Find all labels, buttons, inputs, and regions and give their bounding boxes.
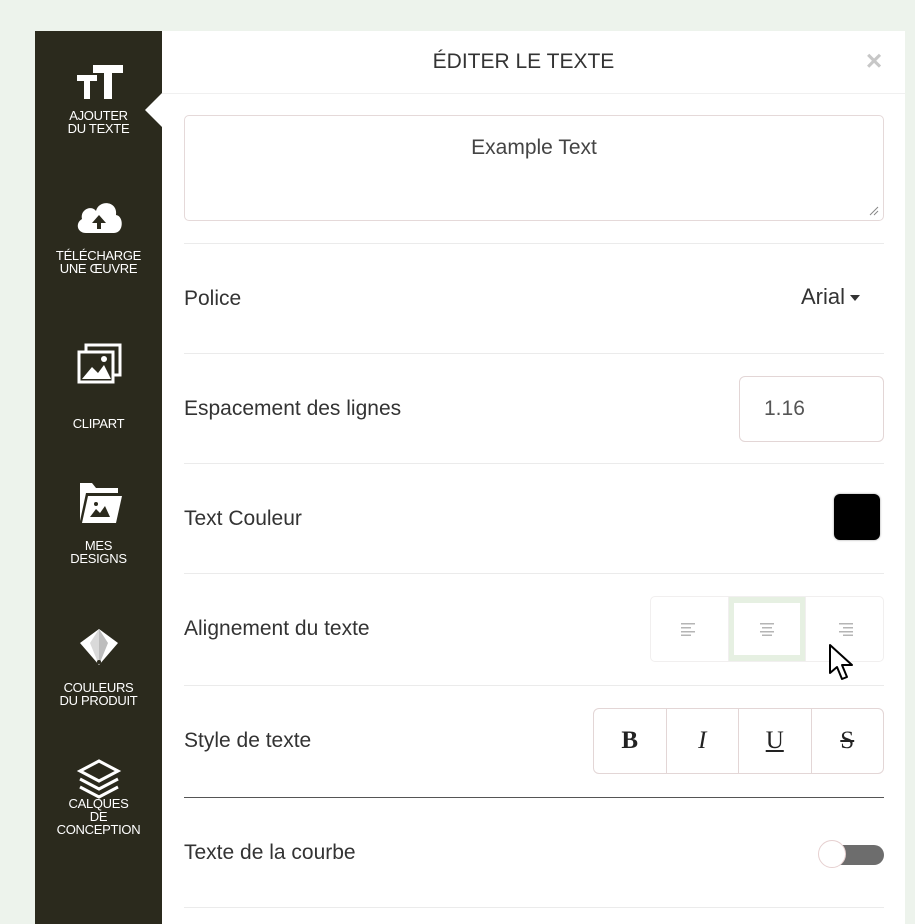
text-input[interactable]: Example Text [184,115,884,221]
sidebar-item-label: AJOUTER DU TEXTE [67,108,130,136]
sidebar-item-label: CALQUES DE CONCEPTION [56,796,141,837]
sidebar-item-my-designs[interactable]: MES DESIGNS [35,479,162,565]
text-color-swatch[interactable] [834,494,880,540]
align-center-icon [760,623,774,636]
caret-down-icon [850,295,860,302]
line-spacing-input[interactable]: 1.16 [739,376,884,442]
sidebar-item-add-text[interactable]: AJOUTER DU TEXTE [35,61,162,135]
curve-text-label: Texte de la courbe [184,841,356,864]
sidebar-item-label: COULEURS DU PRODUIT [59,680,138,708]
alignment-label: Alignement du texte [184,617,370,640]
sidebar-item-label: CLIPART [72,416,125,431]
cloud-upload-icon [77,203,122,233]
text-size-icon [76,65,123,99]
text-color-label: Text Couleur [184,507,302,530]
text-style-label: Style de texte [184,729,312,752]
close-icon[interactable]: × [863,47,885,75]
edit-text-panel: ÉDITER LE TEXTE × Example Text Police Ar… [162,31,905,924]
sidebar-item-label: MES DESIGNS [70,538,127,566]
divider [184,907,884,908]
text-color-row: Text Couleur [184,463,884,574]
line-spacing-label: Espacement des lignes [184,397,402,420]
toggle-knob [818,840,846,868]
curve-text-toggle[interactable] [818,840,884,868]
color-swatches-icon [79,629,118,665]
resize-grip-icon[interactable] [869,206,879,216]
text-style-group: B I U S [593,708,884,774]
sidebar-item-design-layers[interactable]: CALQUES DE CONCEPTION [35,759,162,836]
align-left-button[interactable] [651,597,729,661]
sidebar: AJOUTER DU TEXTE TÉLÉCHARGE UNE ŒUVRE CL… [35,31,162,924]
active-indicator [145,93,162,127]
strikethrough-button[interactable]: S [812,709,884,773]
text-style-row: Style de texte B I U S [184,685,884,796]
mouse-pointer-icon [829,644,853,680]
editor-frame: AJOUTER DU TEXTE TÉLÉCHARGE UNE ŒUVRE CL… [35,31,905,924]
align-center-button[interactable] [728,597,807,661]
font-dropdown[interactable]: Arial [801,284,860,310]
italic-button[interactable]: I [667,709,739,773]
sidebar-item-label: TÉLÉCHARGE UNE ŒUVRE [55,248,142,276]
align-left-icon [681,623,696,636]
curve-text-row: Texte de la courbe [184,798,884,908]
align-right-icon [838,623,853,636]
line-spacing-row: Espacement des lignes 1.16 [184,353,884,464]
font-row: Police Arial [184,243,884,354]
bold-button[interactable]: B [594,709,667,773]
sidebar-item-product-colors[interactable]: COULEURS DU PRODUIT [35,623,162,707]
sidebar-item-upload-artwork[interactable]: TÉLÉCHARGE UNE ŒUVRE [35,193,162,275]
text-input-value: Example Text [471,136,597,159]
divider [162,93,905,94]
font-value: Arial [800,284,845,309]
image-stack-icon [77,343,121,384]
sidebar-item-clipart[interactable]: CLIPART [35,343,162,430]
underline-button[interactable]: U [739,709,812,773]
folder-image-icon [79,483,122,523]
panel-title: ÉDITER LE TEXTE [432,50,615,73]
alignment-row: Alignement du texte [184,573,884,684]
font-label: Police [184,287,242,310]
